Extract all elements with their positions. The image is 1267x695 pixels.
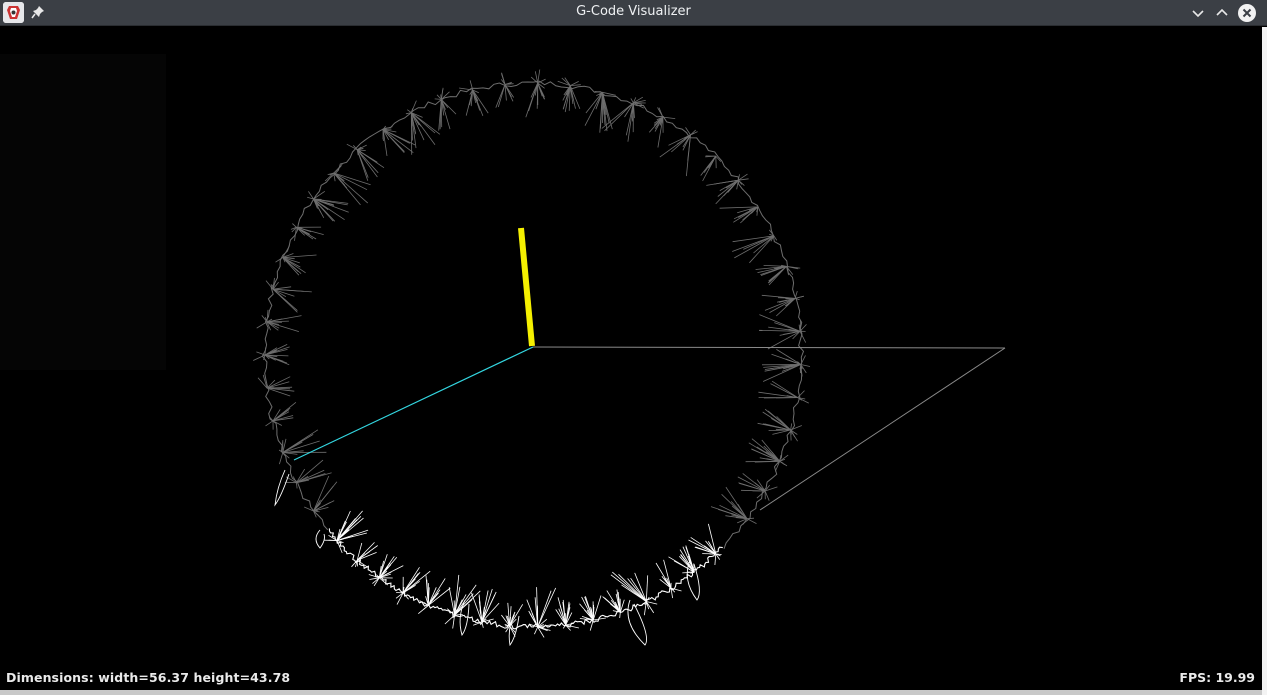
z-axis-line [518, 227, 535, 347]
window-right-border [1262, 27, 1267, 695]
window-title: G-Code Visualizer [576, 4, 691, 19]
toolpath-completed [274, 469, 723, 647]
x-axis-return-line [759, 347, 1006, 511]
x-axis-line [532, 346, 1006, 349]
window-bottom-border [0, 690, 1262, 695]
fps-label: FPS: 19.99 [1179, 670, 1255, 685]
dimensions-label: Dimensions: width=56.37 height=43.78 [6, 670, 291, 685]
chevron-down-icon[interactable] [1188, 3, 1208, 23]
toolpath-scene[interactable] [0, 27, 1262, 690]
close-icon[interactable] [1237, 3, 1257, 23]
y-axis-line [293, 346, 534, 461]
chevron-up-icon[interactable] [1212, 3, 1232, 23]
toolpath-remaining [253, 69, 811, 549]
window-titlebar[interactable]: G-Code Visualizer [0, 0, 1267, 26]
gcode-3d-canvas[interactable] [0, 27, 1262, 690]
